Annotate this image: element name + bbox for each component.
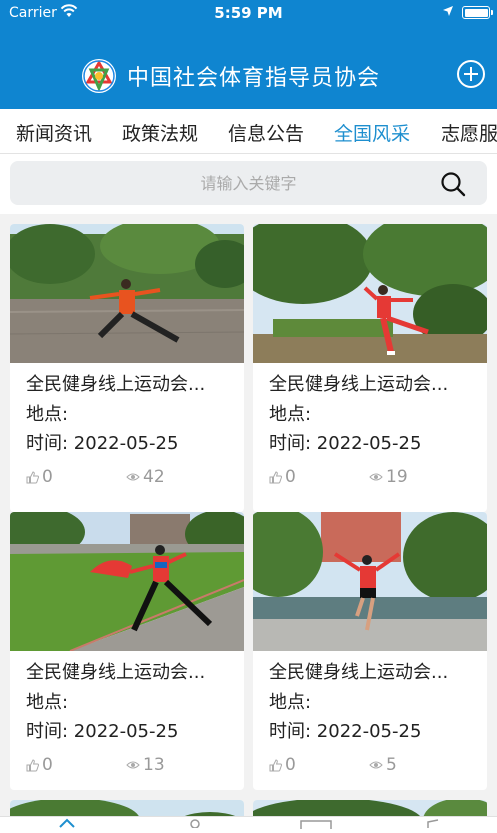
card-place: 地点:	[269, 692, 312, 713]
like-count-value: 0	[285, 467, 296, 487]
like-count[interactable]: 0	[26, 755, 53, 775]
location-arrow-icon	[443, 6, 453, 16]
card-place: 地点:	[269, 404, 312, 425]
activity-card[interactable]: 全民健身线上运动会... 地点: 时间: 2022-05-25 0 19	[253, 224, 487, 512]
app-screen: Carrier 5:59 PM 中国社会体育指导员协会 新闻资讯 政策法规 信息…	[0, 0, 497, 833]
eye-icon	[126, 473, 140, 481]
view-count: 42	[126, 467, 165, 487]
card-time: 时间: 2022-05-25	[269, 721, 422, 742]
tab-volunteer[interactable]: 志愿服	[441, 119, 497, 146]
tab-policy[interactable]: 政策法规	[122, 119, 198, 146]
home-icon[interactable]	[58, 818, 76, 828]
tab-news[interactable]: 新闻资讯	[16, 119, 92, 146]
like-count[interactable]: 0	[269, 755, 296, 775]
view-count-value: 13	[143, 755, 165, 775]
card-title: 全民健身线上运动会...	[26, 662, 206, 683]
like-count-value: 0	[42, 755, 53, 775]
battery-icon	[462, 6, 493, 19]
thumbs-up-icon	[269, 758, 282, 771]
activity-card[interactable]: 全民健身线上运动会... 地点: 时间: 2022-05-25 0 13	[10, 512, 244, 790]
bottom-tab-bar	[0, 816, 497, 833]
search-input[interactable]	[10, 161, 487, 205]
card-place: 地点:	[26, 692, 69, 713]
eye-icon	[126, 761, 140, 769]
eye-icon	[369, 761, 383, 769]
view-count: 5	[369, 755, 397, 775]
view-count: 19	[369, 467, 408, 487]
category-tabs: 新闻资讯 政策法规 信息公告 全国风采 志愿服	[0, 109, 497, 154]
like-count[interactable]: 0	[269, 467, 296, 487]
view-count-value: 5	[386, 755, 397, 775]
activity-photo	[10, 512, 244, 651]
message-icon[interactable]	[426, 818, 448, 828]
activity-card[interactable]: 全民健身线上运动会... 地点: 时间: 2022-05-25 0 5	[253, 512, 487, 790]
like-count-value: 0	[285, 755, 296, 775]
profile-icon[interactable]	[186, 818, 204, 828]
app-header: Carrier 5:59 PM 中国社会体育指导员协会	[0, 0, 497, 109]
activity-photo	[10, 224, 244, 363]
thumbs-up-icon	[26, 470, 39, 483]
status-bar: Carrier 5:59 PM	[0, 0, 497, 26]
card-time: 时间: 2022-05-25	[26, 721, 179, 742]
media-icon[interactable]	[300, 819, 332, 829]
page-title: 中国社会体育指导员协会	[127, 66, 381, 91]
thumbs-up-icon	[269, 470, 282, 483]
view-count: 13	[126, 755, 165, 775]
like-count[interactable]: 0	[26, 467, 53, 487]
card-time: 时间: 2022-05-25	[26, 433, 179, 454]
card-title: 全民健身线上运动会...	[26, 374, 206, 395]
activity-card[interactable]: 全民健身线上运动会... 地点: 时间: 2022-05-25 0 42	[10, 224, 244, 512]
search-icon[interactable]	[440, 171, 466, 197]
add-button[interactable]	[457, 60, 485, 88]
eye-icon	[369, 473, 383, 481]
thumbs-up-icon	[26, 758, 39, 771]
card-title: 全民健身线上运动会...	[269, 374, 449, 395]
association-logo	[82, 59, 116, 93]
like-count-value: 0	[42, 467, 53, 487]
title-bar: 中国社会体育指导员协会	[0, 52, 497, 100]
card-title: 全民健身线上运动会...	[269, 662, 449, 683]
tab-national-style[interactable]: 全国风采	[334, 119, 410, 146]
card-time: 时间: 2022-05-25	[269, 433, 422, 454]
activity-photo	[253, 512, 487, 651]
card-place: 地点:	[26, 404, 69, 425]
status-time: 5:59 PM	[214, 4, 283, 22]
tab-notice[interactable]: 信息公告	[228, 119, 304, 146]
view-count-value: 42	[143, 467, 165, 487]
activity-photo	[253, 224, 487, 363]
search-area	[0, 154, 497, 214]
search-box	[10, 161, 487, 205]
view-count-value: 19	[386, 467, 408, 487]
